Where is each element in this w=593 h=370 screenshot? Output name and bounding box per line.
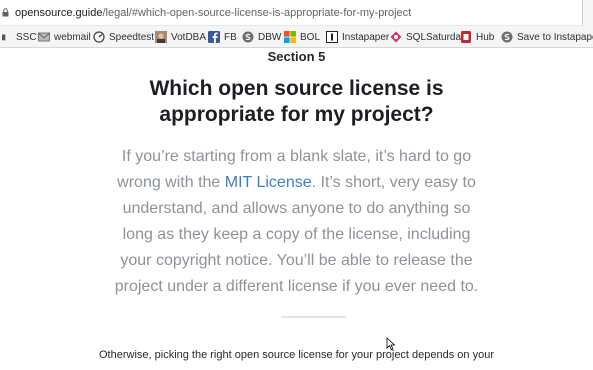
bookmark-label: Speedtest	[109, 31, 155, 43]
circle-s-icon	[242, 31, 254, 43]
bookmark-label: Hub	[476, 31, 495, 43]
hub-icon	[461, 31, 471, 43]
bookmark-label: FB	[224, 31, 237, 43]
bookmark-ssc[interactable]: SSC	[2, 29, 37, 45]
address-bar-edge	[582, 0, 593, 26]
url-path: /legal/#which-open-source-license-is-app…	[102, 7, 412, 19]
circle-s-icon	[501, 31, 513, 43]
bookmark-label: BOL	[300, 31, 321, 43]
bookmark-webmail[interactable]: webmail	[38, 29, 91, 45]
bookmark-speedtest[interactable]: Speedtest	[93, 29, 154, 45]
page-heading: Which open source license is appropriate…	[149, 77, 444, 126]
mit-license-link[interactable]: MIT License	[225, 174, 312, 191]
url-text[interactable]: opensource.guide/legal/#which-open-sourc…	[15, 6, 411, 20]
bookmark-hub[interactable]: Hub	[460, 29, 494, 45]
lead-paragraph: If you’re starting from a blank slate, i…	[110, 144, 483, 300]
facebook-icon	[208, 31, 220, 43]
section-label: Section 5	[267, 49, 326, 64]
app-grid-icon	[2, 34, 6, 41]
bookmark-sqlsaturday[interactable]: SQLSaturday	[390, 29, 466, 45]
bookmark-label: Save to Instapaper	[517, 31, 593, 43]
url-host: opensource.guide	[15, 7, 103, 19]
bookmark-label: Instapaper	[342, 31, 390, 43]
bookmark-label: SQLSaturday	[406, 31, 467, 43]
sqlsaturday-icon	[390, 31, 402, 43]
lock-icon	[2, 8, 9, 17]
bookmarks-bar: SSC webmail Speedtest VotDBA FB DBW BOL …	[0, 26, 593, 48]
mail-icon	[38, 32, 50, 42]
bookmark-label: VotDBA	[171, 31, 207, 43]
bookmark-instapaper[interactable]: Instapaper	[326, 29, 389, 45]
section-divider	[281, 316, 346, 318]
instapaper-icon	[326, 31, 338, 43]
bookmark-bol[interactable]: BOL	[284, 29, 320, 45]
bookmark-dbw[interactable]: DBW	[242, 29, 281, 45]
lead-text-end: . It’s short, very easy to understand, a…	[114, 174, 479, 295]
windows-logo-icon	[284, 31, 296, 43]
body-paragraph: Otherwise, picking the right open source…	[99, 349, 494, 361]
bookmark-label: SSC	[16, 31, 37, 43]
bookmark-fb[interactable]: FB	[208, 29, 237, 45]
bookmark-save-to-instapaper[interactable]: Save to Instapaper	[501, 29, 593, 45]
bookmark-label: webmail	[54, 31, 91, 43]
address-bar[interactable]: opensource.guide/legal/#which-open-sourc…	[0, 0, 593, 26]
bookmark-label: DBW	[258, 31, 282, 43]
speedometer-icon	[93, 31, 105, 43]
bookmark-votdba[interactable]: VotDBA	[155, 29, 206, 45]
profile-photo-icon	[155, 31, 167, 43]
